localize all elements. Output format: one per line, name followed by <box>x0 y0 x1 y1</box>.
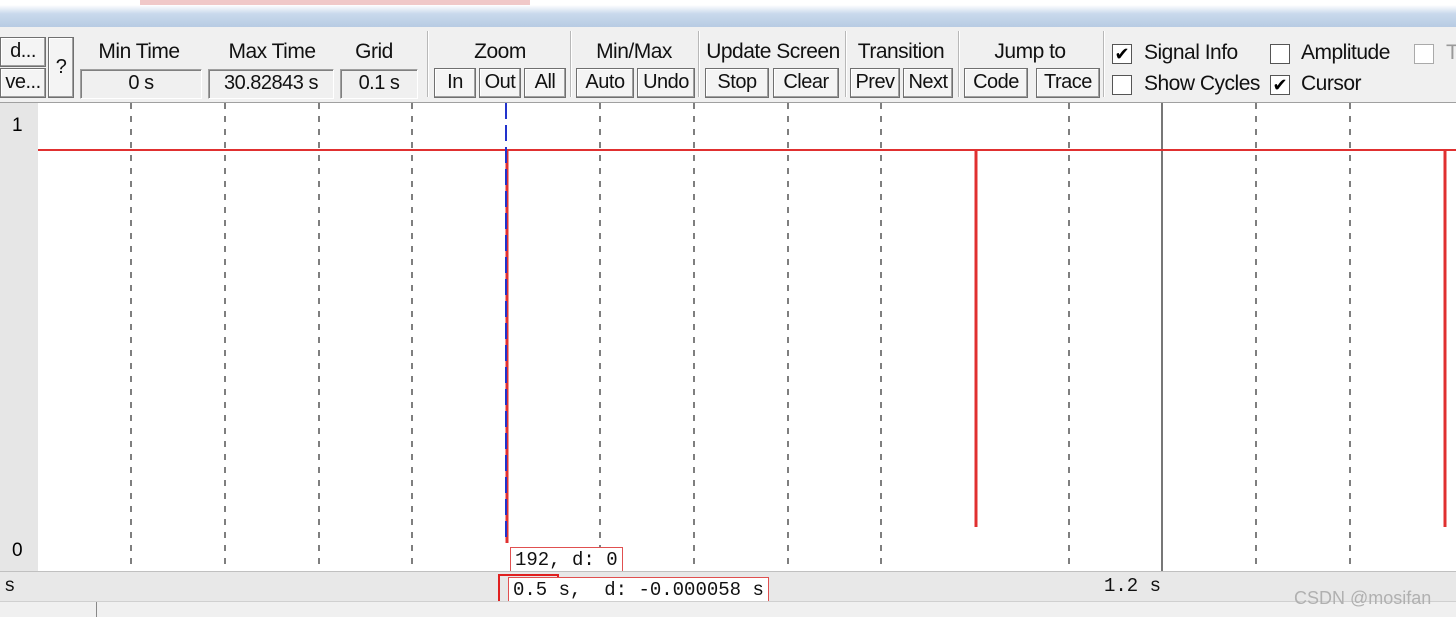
grid-label: Grid <box>355 40 393 63</box>
signal-value-readout: 192, d: 0 <box>510 547 623 573</box>
grid-lines <box>130 103 1351 571</box>
amplitude-checkbox[interactable] <box>1270 44 1290 64</box>
cursor-label: Cursor <box>1301 72 1362 95</box>
y-max-label: 1 <box>12 115 23 136</box>
cursor-checkbox[interactable]: ✔ <box>1270 75 1290 95</box>
cursor-delta-value: d: -0.000058 s <box>604 579 764 601</box>
transition-next-button[interactable]: Next <box>903 68 953 98</box>
time-axis-bar: s 0.5 s, d: -0.000058 s 1.2 s <box>0 571 1456 610</box>
watermark-text: CSDN @mosifan <box>1294 588 1432 608</box>
toolbar-separator <box>698 31 700 97</box>
window-top-strip <box>0 0 1456 28</box>
zoom-in-button[interactable]: In <box>434 68 476 98</box>
update-clear-button[interactable]: Clear <box>773 68 839 98</box>
max-time-value: 30.82843 s <box>208 69 334 99</box>
grid-value: 0.1 s <box>340 69 418 99</box>
minmax-auto-button[interactable]: Auto <box>576 68 634 98</box>
update-screen-label: Update Screen <box>706 40 840 63</box>
transition-label: Transition <box>857 40 945 63</box>
show-cycles-checkbox[interactable] <box>1112 75 1132 95</box>
min-time-value: 0 s <box>80 69 202 99</box>
timestamps-label: T <box>1446 41 1456 64</box>
toolbar-separator <box>427 31 429 97</box>
status-strip <box>0 601 1456 617</box>
toolbar-separator <box>845 31 847 97</box>
update-stop-button[interactable]: Stop <box>705 68 769 98</box>
minmax-undo-button[interactable]: Undo <box>637 68 695 98</box>
cursor-time-value: 0.5 s, <box>513 579 582 601</box>
time-axis-unit: s <box>4 575 16 597</box>
y-min-label: 0 <box>12 540 23 561</box>
waveform-canvas <box>38 103 1456 571</box>
toolbar-separator <box>570 31 572 97</box>
zoom-all-button[interactable]: All <box>524 68 566 98</box>
cursor-time-readout: 0.5 s, d: -0.000058 s <box>508 577 769 603</box>
zoom-out-button[interactable]: Out <box>479 68 521 98</box>
time-axis-tick-label: 1.2 s <box>1104 575 1162 597</box>
save-button[interactable]: ve... <box>0 68 46 98</box>
signal-info-checkbox[interactable]: ✔ <box>1112 44 1132 64</box>
title-bar-gradient <box>0 5 1456 28</box>
min-time-label: Min Time <box>98 40 180 63</box>
jump-code-button[interactable]: Code <box>964 68 1028 98</box>
transition-prev-button[interactable]: Prev <box>850 68 900 98</box>
jump-trace-button[interactable]: Trace <box>1036 68 1100 98</box>
status-divider <box>96 602 97 617</box>
zoom-label: Zoom <box>474 40 526 63</box>
setup-button[interactable]: d... <box>0 37 46 67</box>
help-button[interactable]: ? <box>48 37 74 98</box>
waveform-plot[interactable]: 192, d: 0 <box>38 103 1456 573</box>
logic-analyzer-toolbar: d... ve... ? Min Time 0 s Max Time 30.82… <box>0 27 1456 103</box>
max-time-label: Max Time <box>228 40 316 63</box>
timestamps-checkbox[interactable] <box>1414 44 1434 64</box>
toolbar-separator <box>1103 31 1105 97</box>
show-cycles-label: Show Cycles <box>1144 72 1260 95</box>
signal-info-label: Signal Info <box>1144 41 1238 64</box>
amplitude-label: Amplitude <box>1301 41 1390 64</box>
toolbar-separator <box>958 31 960 97</box>
signal-gutter: 1 0 <box>0 103 39 571</box>
jump-to-label: Jump to <box>994 40 1066 63</box>
minmax-label: Min/Max <box>596 40 672 63</box>
